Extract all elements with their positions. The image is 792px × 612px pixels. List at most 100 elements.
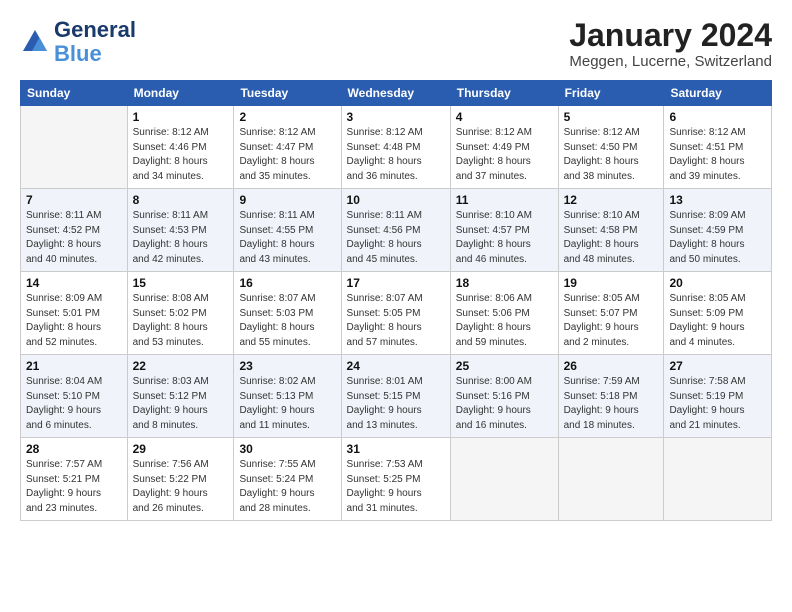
day-info: Sunrise: 8:02 AM Sunset: 5:13 PM Dayligh…: [239, 375, 335, 433]
day-number: 29: [133, 442, 229, 456]
day-info: Sunrise: 8:12 AM Sunset: 4:48 PM Dayligh…: [347, 126, 445, 184]
title-block: January 2024 Meggen, Lucerne, Switzerlan…: [569, 18, 772, 70]
day-number: 13: [669, 193, 766, 207]
calendar-cell: [21, 106, 128, 189]
day-number: 12: [564, 193, 659, 207]
calendar-cell: 12 Sunrise: 8:10 AM Sunset: 4:58 PM Dayli…: [558, 189, 664, 272]
day-number: 31: [347, 442, 445, 456]
day-number: 10: [347, 193, 445, 207]
calendar-week-row: 21 Sunrise: 8:04 AM Sunset: 5:10 PM Dayli…: [21, 355, 772, 438]
calendar-subtitle: Meggen, Lucerne, Switzerland: [569, 53, 772, 70]
calendar-cell: 31Sunrise: 7:53 AM Sunset: 5:25 PM Dayli…: [341, 438, 450, 521]
header-row: SundayMondayTuesdayWednesdayThursdayFrid…: [21, 81, 772, 106]
day-number: 4: [456, 110, 553, 124]
day-info: Sunrise: 8:07 AM Sunset: 5:03 PM Dayligh…: [239, 292, 335, 350]
calendar-cell: 30 Sunrise: 7:55 AM Sunset: 5:24 PM Dayli…: [234, 438, 341, 521]
calendar-cell: 23 Sunrise: 8:02 AM Sunset: 5:13 PM Dayli…: [234, 355, 341, 438]
day-number: 8: [133, 193, 229, 207]
day-info: Sunrise: 7:56 AM Sunset: 5:22 PM Dayligh…: [133, 458, 229, 516]
day-info: Sunrise: 8:05 AM Sunset: 5:07 PM Dayligh…: [564, 292, 659, 350]
calendar-cell: 8 Sunrise: 8:11 AM Sunset: 4:53 PM Daylig…: [127, 189, 234, 272]
day-number: 11: [456, 193, 553, 207]
calendar-cell: 4 Sunrise: 8:12 AM Sunset: 4:49 PM Daylig…: [450, 106, 558, 189]
calendar-cell: 16 Sunrise: 8:07 AM Sunset: 5:03 PM Dayli…: [234, 272, 341, 355]
calendar-title: January 2024: [569, 18, 772, 53]
calendar-cell: 13 Sunrise: 8:09 AM Sunset: 4:59 PM Dayli…: [664, 189, 772, 272]
calendar-cell: 15Sunrise: 8:08 AM Sunset: 5:02 PM Dayli…: [127, 272, 234, 355]
day-number: 2: [239, 110, 335, 124]
calendar-week-row: 1Sunrise: 8:12 AM Sunset: 4:46 PM Daylig…: [21, 106, 772, 189]
day-number: 7: [26, 193, 122, 207]
day-info: Sunrise: 8:10 AM Sunset: 4:58 PM Dayligh…: [564, 209, 659, 267]
day-info: Sunrise: 8:06 AM Sunset: 5:06 PM Dayligh…: [456, 292, 553, 350]
day-number: 3: [347, 110, 445, 124]
day-info: Sunrise: 8:12 AM Sunset: 4:50 PM Dayligh…: [564, 126, 659, 184]
calendar-cell: 17 Sunrise: 8:07 AM Sunset: 5:05 PM Dayli…: [341, 272, 450, 355]
day-number: 24: [347, 359, 445, 373]
day-number: 30: [239, 442, 335, 456]
day-number: 25: [456, 359, 553, 373]
calendar-cell: 28Sunrise: 7:57 AM Sunset: 5:21 PM Dayli…: [21, 438, 128, 521]
day-number: 9: [239, 193, 335, 207]
calendar-cell: 2Sunrise: 8:12 AM Sunset: 4:47 PM Daylig…: [234, 106, 341, 189]
calendar-cell: 11 Sunrise: 8:10 AM Sunset: 4:57 PM Dayli…: [450, 189, 558, 272]
day-info: Sunrise: 7:55 AM Sunset: 5:24 PM Dayligh…: [239, 458, 335, 516]
day-number: 6: [669, 110, 766, 124]
day-info: Sunrise: 8:09 AM Sunset: 4:59 PM Dayligh…: [669, 209, 766, 267]
day-info: Sunrise: 8:08 AM Sunset: 5:02 PM Dayligh…: [133, 292, 229, 350]
col-header-wednesday: Wednesday: [341, 81, 450, 106]
day-info: Sunrise: 7:59 AM Sunset: 5:18 PM Dayligh…: [564, 375, 659, 433]
logo-line1: General: [54, 18, 136, 42]
calendar-cell: 6Sunrise: 8:12 AM Sunset: 4:51 PM Daylig…: [664, 106, 772, 189]
day-info: Sunrise: 8:07 AM Sunset: 5:05 PM Dayligh…: [347, 292, 445, 350]
calendar-cell: 5 Sunrise: 8:12 AM Sunset: 4:50 PM Daylig…: [558, 106, 664, 189]
day-number: 19: [564, 276, 659, 290]
col-header-saturday: Saturday: [664, 81, 772, 106]
day-number: 23: [239, 359, 335, 373]
calendar-body: 1Sunrise: 8:12 AM Sunset: 4:46 PM Daylig…: [21, 106, 772, 521]
calendar-cell: 7Sunrise: 8:11 AM Sunset: 4:52 PM Daylig…: [21, 189, 128, 272]
day-number: 14: [26, 276, 122, 290]
calendar-cell: 9 Sunrise: 8:11 AM Sunset: 4:55 PM Daylig…: [234, 189, 341, 272]
day-number: 21: [26, 359, 122, 373]
col-header-sunday: Sunday: [21, 81, 128, 106]
calendar-cell: 24 Sunrise: 8:01 AM Sunset: 5:15 PM Dayli…: [341, 355, 450, 438]
calendar-cell: 25 Sunrise: 8:00 AM Sunset: 5:16 PM Dayli…: [450, 355, 558, 438]
day-info: Sunrise: 8:03 AM Sunset: 5:12 PM Dayligh…: [133, 375, 229, 433]
col-header-thursday: Thursday: [450, 81, 558, 106]
logo-icon: [20, 27, 50, 57]
day-number: 20: [669, 276, 766, 290]
day-info: Sunrise: 8:11 AM Sunset: 4:55 PM Dayligh…: [239, 209, 335, 267]
day-number: 22: [133, 359, 229, 373]
day-number: 26: [564, 359, 659, 373]
col-header-tuesday: Tuesday: [234, 81, 341, 106]
day-info: Sunrise: 8:12 AM Sunset: 4:49 PM Dayligh…: [456, 126, 553, 184]
col-header-friday: Friday: [558, 81, 664, 106]
calendar-cell: 1Sunrise: 8:12 AM Sunset: 4:46 PM Daylig…: [127, 106, 234, 189]
calendar-cell: 22 Sunrise: 8:03 AM Sunset: 5:12 PM Dayli…: [127, 355, 234, 438]
day-number: 5: [564, 110, 659, 124]
calendar-cell: 14 Sunrise: 8:09 AM Sunset: 5:01 PM Dayli…: [21, 272, 128, 355]
calendar-cell: 27Sunrise: 7:58 AM Sunset: 5:19 PM Dayli…: [664, 355, 772, 438]
calendar-cell: 20Sunrise: 8:05 AM Sunset: 5:09 PM Dayli…: [664, 272, 772, 355]
day-info: Sunrise: 8:10 AM Sunset: 4:57 PM Dayligh…: [456, 209, 553, 267]
day-number: 17: [347, 276, 445, 290]
day-info: Sunrise: 8:11 AM Sunset: 4:56 PM Dayligh…: [347, 209, 445, 267]
calendar-cell: 3 Sunrise: 8:12 AM Sunset: 4:48 PM Daylig…: [341, 106, 450, 189]
day-info: Sunrise: 8:09 AM Sunset: 5:01 PM Dayligh…: [26, 292, 122, 350]
day-number: 18: [456, 276, 553, 290]
calendar-cell: 19 Sunrise: 8:05 AM Sunset: 5:07 PM Dayli…: [558, 272, 664, 355]
day-info: Sunrise: 7:58 AM Sunset: 5:19 PM Dayligh…: [669, 375, 766, 433]
day-info: Sunrise: 8:01 AM Sunset: 5:15 PM Dayligh…: [347, 375, 445, 433]
day-info: Sunrise: 8:11 AM Sunset: 4:53 PM Dayligh…: [133, 209, 229, 267]
logo-line2: Blue: [54, 42, 136, 66]
day-info: Sunrise: 8:00 AM Sunset: 5:16 PM Dayligh…: [456, 375, 553, 433]
page: General Blue January 2024 Meggen, Lucern…: [0, 0, 792, 612]
calendar-cell: 10 Sunrise: 8:11 AM Sunset: 4:56 PM Dayli…: [341, 189, 450, 272]
day-number: 28: [26, 442, 122, 456]
day-number: 16: [239, 276, 335, 290]
day-info: Sunrise: 8:04 AM Sunset: 5:10 PM Dayligh…: [26, 375, 122, 433]
calendar-cell: 21 Sunrise: 8:04 AM Sunset: 5:10 PM Dayli…: [21, 355, 128, 438]
day-number: 1: [133, 110, 229, 124]
calendar-header: SundayMondayTuesdayWednesdayThursdayFrid…: [21, 81, 772, 106]
